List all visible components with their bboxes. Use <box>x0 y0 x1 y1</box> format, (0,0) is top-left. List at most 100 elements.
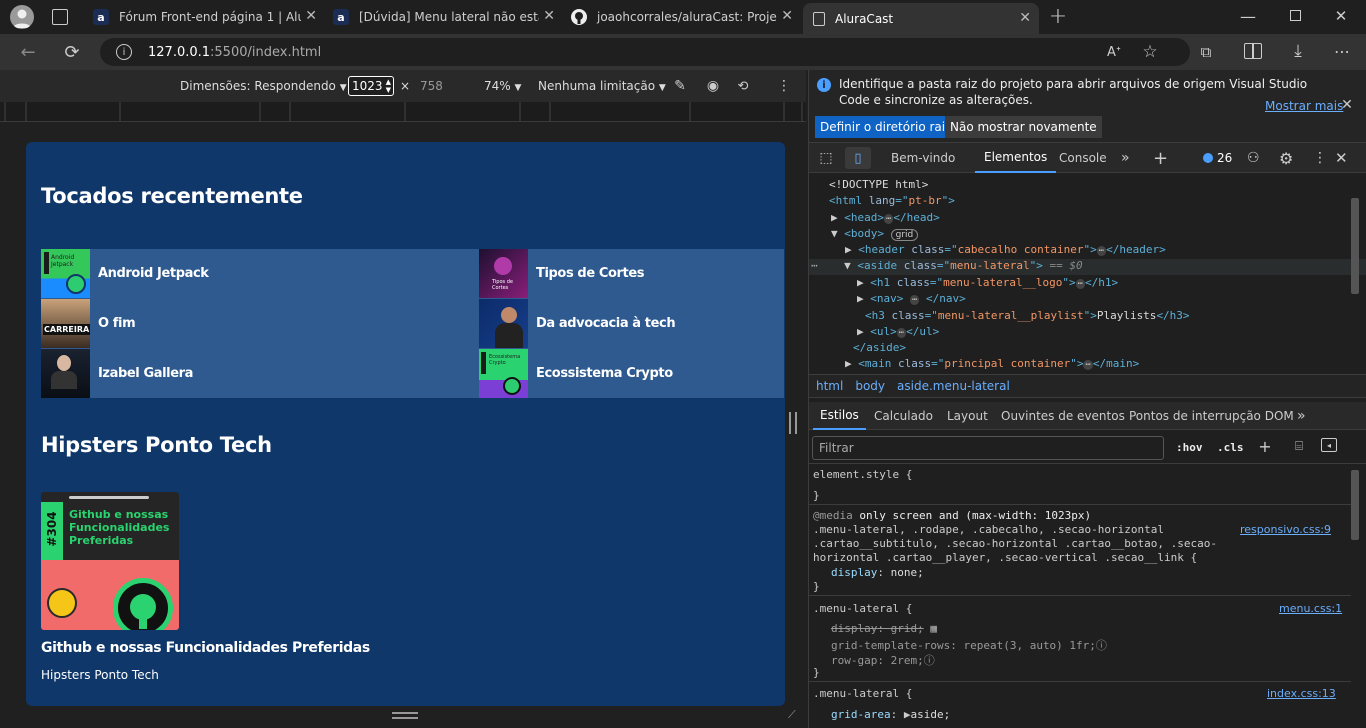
dom-html[interactable]: <html lang="pt-br"> <box>829 194 955 207</box>
resize-handle-right[interactable] <box>789 412 797 434</box>
breadcrumb-aside[interactable]: aside.menu-lateral <box>897 379 1010 393</box>
expand-triangle-icon[interactable]: ▶ <box>857 292 864 305</box>
tab-aluracast[interactable]: AluraCast ✕ <box>803 3 1039 34</box>
grid-editor-icon[interactable]: ▦ <box>930 622 937 635</box>
more-menu-icon[interactable]: ⋯ <box>1332 41 1352 61</box>
connected-icon[interactable]: ⚇ <box>1247 143 1260 173</box>
issues-counter[interactable]: 26 <box>1203 143 1232 173</box>
tab-console[interactable]: Console <box>1059 143 1107 173</box>
tab-welcome[interactable]: Bem-vindo <box>891 143 955 173</box>
refresh-icon[interactable]: ⟳ <box>62 42 82 63</box>
resize-handle-bottom[interactable] <box>392 712 418 719</box>
tab-github[interactable]: joaohcorrales/aluraCast: Projeto ✕ <box>563 3 801 31</box>
tab-elements[interactable]: Elementos <box>975 143 1057 173</box>
set-root-folder-button[interactable]: Definir o diretório raiz <box>815 116 957 138</box>
info-icon[interactable]: ⓘ <box>924 654 935 667</box>
collapse-triangle-icon[interactable]: ▼ <box>844 259 851 272</box>
expand-triangle-icon[interactable]: ▶ <box>845 357 852 370</box>
dom-main[interactable]: ▶ <main class="principal container"> ⋯ </m… <box>845 357 1139 370</box>
dimensions-select[interactable]: Dimensões: Respondendo ▼ <box>180 79 347 93</box>
list-item[interactable]: CARREIRA O fim <box>41 299 479 348</box>
dom-nav[interactable]: ▶ <nav> ⋯ </nav> <box>857 292 966 305</box>
tab-computed[interactable]: Calculado <box>874 402 933 430</box>
restore-icon[interactable] <box>1290 10 1301 21</box>
minimize-icon[interactable]: — <box>1240 7 1256 26</box>
breadcrumb-html[interactable]: html <box>816 379 843 393</box>
cls-toggle[interactable]: .cls <box>1217 441 1244 454</box>
style-declaration[interactable]: grid-area: ▶aside; <box>831 708 950 721</box>
expand-triangle-icon[interactable]: ▶ <box>857 276 864 289</box>
split-screen-icon[interactable] <box>1244 43 1262 59</box>
list-item[interactable]: Izabel Gallera <box>41 349 479 398</box>
dom-body[interactable]: ▼ <body> grid <box>831 227 919 241</box>
style-declaration-overridden[interactable]: display: grid; ▦ <box>831 622 937 635</box>
expand-triangle-icon[interactable]: ▶ <box>831 211 838 224</box>
expand-triangle-icon[interactable]: ▶ <box>845 243 852 256</box>
dom-head[interactable]: ▶ <head> ⋯ </head> <box>831 211 940 224</box>
favorite-star-icon[interactable]: ☆ <box>1140 42 1160 62</box>
close-tab-icon[interactable]: ✕ <box>539 8 555 24</box>
downloads-icon[interactable]: ⤓ <box>1288 41 1308 61</box>
url-field[interactable]: i 127.0.0.1:5500/index.html Aᐩ ☆ <box>100 38 1190 66</box>
zoom-select[interactable]: 74% ▼ <box>484 79 521 93</box>
styles-scrollbar[interactable] <box>1351 470 1359 540</box>
grid-badge[interactable]: grid <box>890 229 919 241</box>
eyedropper-icon[interactable]: ✎ <box>672 78 688 94</box>
source-link[interactable]: menu.css:1 <box>1279 602 1342 615</box>
hov-toggle[interactable]: :hov <box>1176 441 1203 454</box>
eye-icon[interactable]: ◉ <box>704 78 722 94</box>
tab-event-listeners[interactable]: Ouvintes de eventos <box>1001 402 1125 430</box>
inspect-element-icon[interactable]: ⬚ <box>817 149 835 167</box>
tab-layout[interactable]: Layout <box>947 402 988 430</box>
close-tab-icon[interactable]: ✕ <box>1019 10 1031 26</box>
rule-selector[interactable]: .menu-lateral { <box>813 602 912 615</box>
rule-selector[interactable]: .menu-lateral, .rodape, .cabecalho, .sec… <box>813 523 1164 536</box>
media-query-ruler[interactable] <box>0 102 806 122</box>
more-subtabs-icon[interactable]: » <box>1297 402 1306 430</box>
tab-duvida[interactable]: a [Dúvida] Menu lateral não está " ✕ <box>325 3 563 31</box>
list-item[interactable]: Tipos de Cortes Tipos de Cortes <box>479 249 784 298</box>
computed-sidebar-icon[interactable]: ◂ <box>1321 438 1337 452</box>
device-toggle-icon[interactable]: ▯ <box>845 147 871 169</box>
info-icon[interactable]: i <box>116 44 132 60</box>
rotate-icon[interactable]: ⟲ <box>734 78 752 94</box>
source-link[interactable]: index.css:13 <box>1267 687 1336 700</box>
tab-styles[interactable]: Estilos <box>813 402 866 430</box>
style-declaration[interactable]: grid-template-rows: repeat(3, auto) 1fr;… <box>831 637 1107 653</box>
height-input[interactable]: 758 <box>420 79 443 93</box>
ellipsis-badge[interactable]: ⋯ <box>1096 246 1107 256</box>
close-tab-icon[interactable]: ✕ <box>777 8 793 24</box>
source-link[interactable]: responsivo.css:9 <box>1240 523 1331 536</box>
ellipsis-badge[interactable]: ⋯ <box>896 328 907 338</box>
episode-card[interactable]: #304 Github e nossas Funcionalidades Pre… <box>41 492 370 692</box>
extensions-icon[interactable]: ⧉ <box>1196 42 1216 62</box>
ellipsis-badge[interactable]: ⋯ <box>910 295 920 305</box>
list-item[interactable]: Android Jetpack Android Jetpack <box>41 249 479 298</box>
style-declaration[interactable]: display: none; <box>831 566 924 579</box>
paint-brush-icon[interactable]: ⌸ <box>1291 438 1307 454</box>
close-tab-icon[interactable]: ✕ <box>301 8 317 24</box>
profile-avatar-icon[interactable] <box>10 5 34 29</box>
collapse-triangle-icon[interactable]: ▼ <box>831 227 838 240</box>
new-tab-button[interactable]: + <box>1046 4 1070 29</box>
device-more-icon[interactable]: ⋮ <box>776 78 792 94</box>
list-item[interactable]: Ecossistema Crypto Ecossistema Crypto <box>479 349 784 398</box>
dont-show-again-button[interactable]: Não mostrar novamente <box>945 116 1102 138</box>
settings-gear-icon[interactable]: ⚙ <box>1279 143 1293 173</box>
close-devtools-icon[interactable]: ✕ <box>1335 143 1348 173</box>
back-icon[interactable]: ← <box>18 42 38 63</box>
styles-filter-input[interactable]: Filtrar <box>812 436 1164 460</box>
add-tab-icon[interactable]: + <box>1153 143 1168 173</box>
spinner-icon[interactable]: ▲ ▼ <box>386 78 391 94</box>
close-window-icon[interactable]: ✕ <box>1333 7 1349 25</box>
info-icon[interactable]: ⓘ <box>1096 639 1107 652</box>
new-style-rule-icon[interactable]: + <box>1257 437 1273 456</box>
element-style-rule[interactable]: element.style { <box>813 468 912 481</box>
rule-selector[interactable]: .cartao__subtitulo, .secao-horizontal .c… <box>813 537 1217 550</box>
resize-corner-icon[interactable]: ⟋ <box>788 708 800 721</box>
dom-header[interactable]: ▶ <header class="cabecalho container"> ⋯ <… <box>845 243 1166 256</box>
dom-aside-selected[interactable]: ⋯ ▼ <aside class="menu-lateral"> == $0 <box>809 259 1366 275</box>
close-infobar-icon[interactable]: ✕ <box>1340 97 1354 113</box>
dom-doctype[interactable]: <!DOCTYPE html> <box>829 178 928 191</box>
tab-forum[interactable]: a Fórum Front-end página 1 | Alura ✕ <box>85 3 325 31</box>
